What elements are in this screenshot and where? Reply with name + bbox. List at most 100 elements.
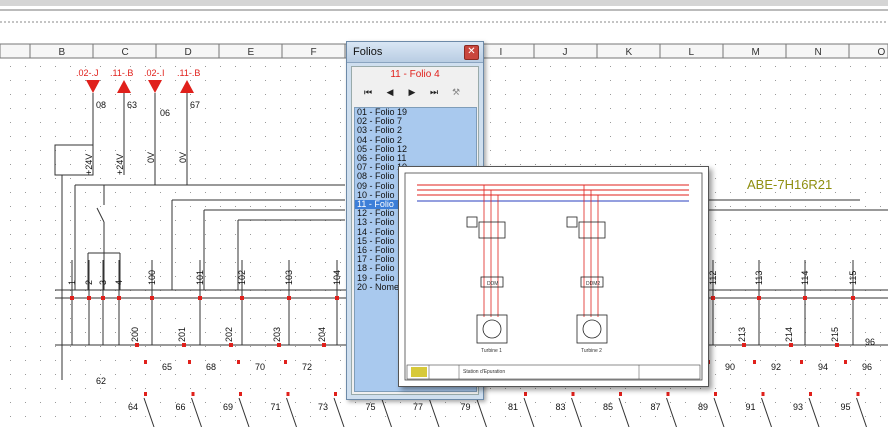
wire-marker bbox=[188, 360, 191, 364]
terminal-number: 2 bbox=[84, 280, 94, 285]
wire-marker bbox=[714, 392, 717, 396]
lower-marker bbox=[182, 343, 186, 347]
wire-marker bbox=[144, 392, 147, 396]
lower-marker bbox=[789, 343, 793, 347]
column-label-E: E bbox=[248, 47, 255, 58]
lower-number: 200 bbox=[130, 327, 140, 342]
wire-marker bbox=[844, 360, 847, 364]
ref-label-1: .02-.J bbox=[76, 68, 99, 78]
lower-number: 202 bbox=[224, 327, 234, 342]
wire-marker bbox=[144, 360, 147, 364]
wire-stroke bbox=[428, 397, 440, 427]
wire-marker bbox=[761, 392, 765, 396]
wire-number: 66 bbox=[176, 402, 186, 412]
preview-motor2-label: Turbine 2 bbox=[581, 348, 602, 354]
terminal-marker bbox=[287, 296, 291, 300]
terminal-marker bbox=[757, 296, 761, 300]
ref-label-3: .02-.I bbox=[144, 68, 165, 78]
terminal-marker bbox=[87, 296, 91, 300]
terminal-marker bbox=[335, 296, 339, 300]
terminal-marker bbox=[198, 296, 202, 300]
preview-motor1-box: DDM bbox=[487, 281, 498, 287]
wire-number: 75 bbox=[366, 402, 376, 412]
terminal-number: 112 bbox=[708, 271, 718, 285]
wire-number: 90 bbox=[725, 362, 735, 372]
ref-number-63: 63 bbox=[127, 100, 137, 110]
terminal-number: 1 bbox=[67, 280, 77, 285]
terminal-number: 115 bbox=[848, 271, 858, 285]
terminal-marker bbox=[711, 296, 715, 300]
ref-number-06: 06 bbox=[160, 108, 170, 118]
terminal-number: 102 bbox=[237, 270, 247, 285]
terminal-number: 3 bbox=[98, 280, 108, 285]
wire-marker bbox=[239, 392, 242, 396]
wire-number: 64 bbox=[128, 402, 138, 412]
terminal-marker bbox=[101, 296, 105, 300]
dialog-title-bar[interactable]: Folios ✕ bbox=[347, 42, 483, 63]
wire-stroke bbox=[618, 397, 630, 427]
lower-number: 203 bbox=[272, 327, 282, 342]
last-icon[interactable]: ⏭ bbox=[426, 84, 442, 100]
terminal-marker bbox=[117, 296, 121, 300]
wire-marker bbox=[856, 392, 860, 396]
wire-stroke bbox=[381, 397, 392, 427]
wire-marker bbox=[524, 392, 527, 396]
terminal-number: 103 bbox=[284, 270, 294, 285]
wire-stroke bbox=[333, 397, 345, 427]
supply-label-0v-2: 0V bbox=[178, 152, 188, 163]
wire-number: 89 bbox=[698, 402, 708, 412]
wire-number: 83 bbox=[556, 402, 566, 412]
terminal-number: 113 bbox=[754, 271, 764, 285]
wire-marker bbox=[753, 360, 756, 364]
lower-marker bbox=[742, 343, 746, 347]
column-label-C: C bbox=[122, 47, 129, 58]
close-icon[interactable]: ✕ bbox=[464, 45, 479, 60]
wire-stroke bbox=[666, 397, 677, 427]
right-edge-number: 96 bbox=[865, 337, 875, 347]
column-label-K: K bbox=[626, 47, 633, 58]
preview-motor2-box: DDM2 bbox=[586, 281, 600, 287]
ref-number-08: 08 bbox=[96, 100, 106, 110]
wire-number: 96 bbox=[862, 362, 872, 372]
magic-wand-icon[interactable]: ⚒ bbox=[448, 84, 464, 100]
folio-nav-bar: ⏮ ◀ ▶ ⏭ ⚒ bbox=[360, 84, 464, 100]
wire-marker bbox=[571, 392, 575, 396]
logo-icon bbox=[411, 367, 427, 377]
terminal-marker bbox=[70, 296, 74, 300]
wire-stroke bbox=[713, 397, 725, 427]
first-icon[interactable]: ⏮ bbox=[360, 84, 376, 100]
next-icon[interactable]: ▶ bbox=[404, 84, 420, 100]
column-label-N: N bbox=[815, 47, 822, 58]
wire-number: 87 bbox=[651, 402, 661, 412]
terminal-number: 114 bbox=[800, 271, 810, 285]
wire-number-62: 62 bbox=[96, 376, 106, 386]
terminal-number: 100 bbox=[147, 270, 157, 285]
lower-marker bbox=[229, 343, 233, 347]
column-label-I: I bbox=[500, 47, 503, 58]
wire-marker bbox=[286, 392, 290, 396]
wire-stroke bbox=[761, 397, 772, 427]
wire-number: 85 bbox=[603, 402, 613, 412]
wire-number: 72 bbox=[302, 362, 312, 372]
wire-number: 68 bbox=[206, 362, 216, 372]
terminal-number: 104 bbox=[332, 270, 342, 285]
reference-code: ABE-7H16R21 bbox=[747, 177, 832, 192]
prev-icon[interactable]: ◀ bbox=[382, 84, 398, 100]
wire-number: 92 bbox=[771, 362, 781, 372]
wire-marker bbox=[284, 360, 287, 364]
lower-marker bbox=[835, 343, 839, 347]
ref-label-4: .11-.B bbox=[177, 68, 200, 78]
terminal-marker bbox=[851, 296, 855, 300]
wire-stroke bbox=[238, 397, 250, 427]
terminal-number: 101 bbox=[195, 270, 205, 285]
lower-number: 204 bbox=[317, 327, 327, 342]
terminal-marker bbox=[240, 296, 244, 300]
column-label-L: L bbox=[689, 47, 695, 58]
preview-drawing: DDM DDM2 Turbine 1 Turbine 2 Station d'E… bbox=[404, 172, 703, 381]
lower-number: 214 bbox=[784, 327, 794, 342]
lower-number: 213 bbox=[737, 327, 747, 342]
arrow-up-icon bbox=[117, 80, 131, 93]
preview-motor1-label: Turbine 1 bbox=[481, 348, 502, 354]
column-label-J: J bbox=[563, 47, 568, 58]
wire-number: 73 bbox=[318, 402, 328, 412]
